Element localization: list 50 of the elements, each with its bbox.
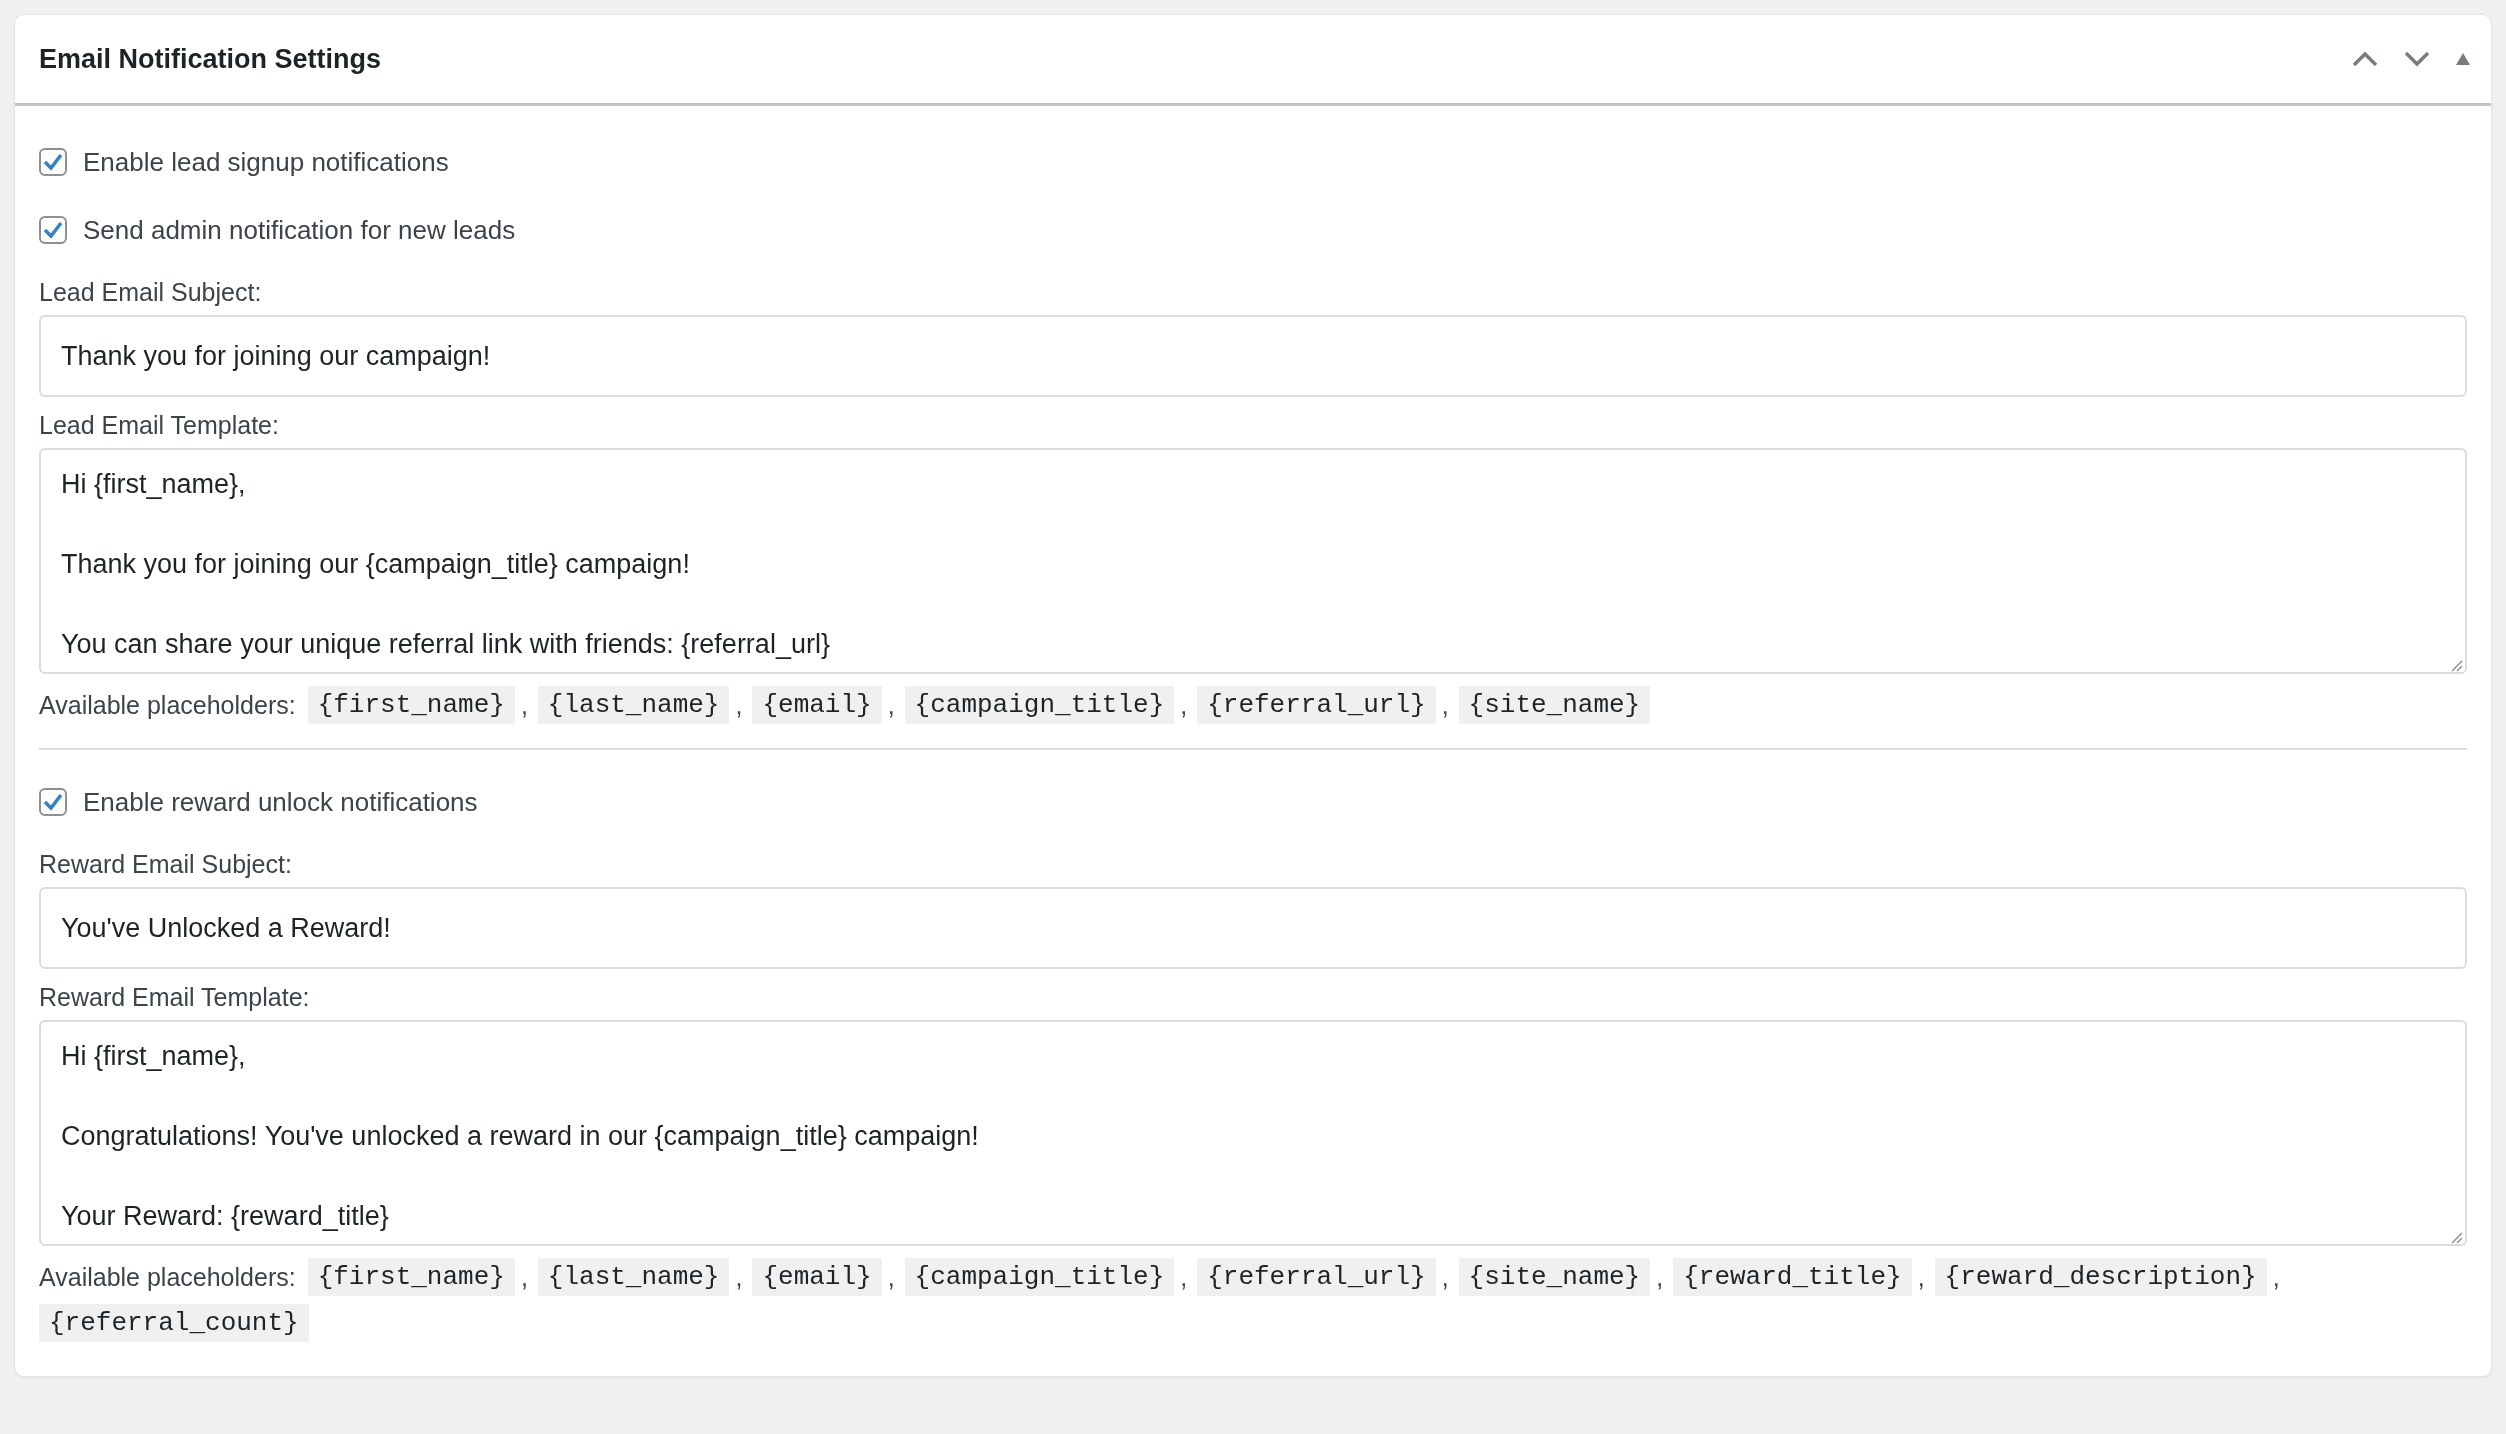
comma-separator: , [1441,690,1449,720]
comma-separator: , [887,1262,895,1292]
template-field[interactable]: Hi {first_name}, Congratulations! You've unlocked a reward in our {campaign_title} campaign! Your Reward: {reward_title} [39,1020,2467,1246]
triangle-up-icon[interactable] [2455,52,2471,66]
subject-field[interactable]: Thank you for joining our campaign! [39,315,2467,397]
comma-separator: , [735,1262,743,1292]
placeholder-code: {referral_url} [1197,1258,1436,1296]
subject-field[interactable]: You've Unlocked a Reward! [39,887,2467,969]
resize-grip-icon[interactable] [2449,658,2463,672]
checkbox-label: Enable lead signup notifications [83,146,449,178]
comma-separator: , [1180,1262,1188,1292]
field-label: Reward Email Template: [39,983,311,1012]
placeholder-code: {site_name} [1458,686,1651,724]
placeholder-code: {campaign_title} [904,686,1175,724]
comma-separator: , [887,690,895,720]
placeholders-label: Available placeholders: [39,1262,296,1292]
placeholder-code: {reward_title} [1673,1258,1912,1296]
panel-title: Email Notification Settings [39,43,382,75]
checkbox-label: Send admin notification for new leads [83,214,516,246]
field-label: Reward Email Subject: [39,850,293,879]
placeholder-code: {email} [752,686,882,724]
comma-separator: , [1441,1262,1449,1292]
comma-separator: , [1656,1262,1664,1292]
template-field[interactable]: Hi {first_name}, Thank you for joining our {campaign_title} campaign! You can share your unique referral link with friends: {referral_url} [39,448,2467,674]
placeholders-label: Available placeholders: [39,690,296,720]
placeholder-code: {site_name} [1458,1258,1651,1296]
checkbox[interactable] [39,148,67,176]
resize-grip-icon[interactable] [2449,1230,2463,1244]
placeholder-code: {referral_url} [1197,686,1436,724]
placeholder-code: {first_name} [307,686,515,724]
comma-separator: , [1180,690,1188,720]
comma-separator: , [520,690,528,720]
chevron-up-icon[interactable] [2351,50,2379,68]
placeholder-code: {first_name} [307,1258,515,1296]
placeholder-code: {email} [752,1258,882,1296]
chevron-down-icon[interactable] [2403,50,2431,68]
comma-separator: , [1917,1262,1925,1292]
placeholder-code: {reward_description} [1934,1258,2267,1296]
placeholder-code: {last_name} [537,1258,730,1296]
comma-separator: , [735,690,743,720]
checkbox-label: Enable reward unlock notifications [83,786,478,818]
field-label: Lead Email Template: [39,411,280,440]
comma-separator: , [520,1262,528,1292]
placeholder-code: {last_name} [537,686,730,724]
placeholder-code: {referral_count} [39,1304,309,1342]
comma-separator: , [2272,1262,2280,1292]
checkbox[interactable] [39,216,67,244]
field-label: Lead Email Subject: [39,278,263,307]
placeholder-code: {campaign_title} [904,1258,1175,1296]
checkbox[interactable] [39,788,67,816]
